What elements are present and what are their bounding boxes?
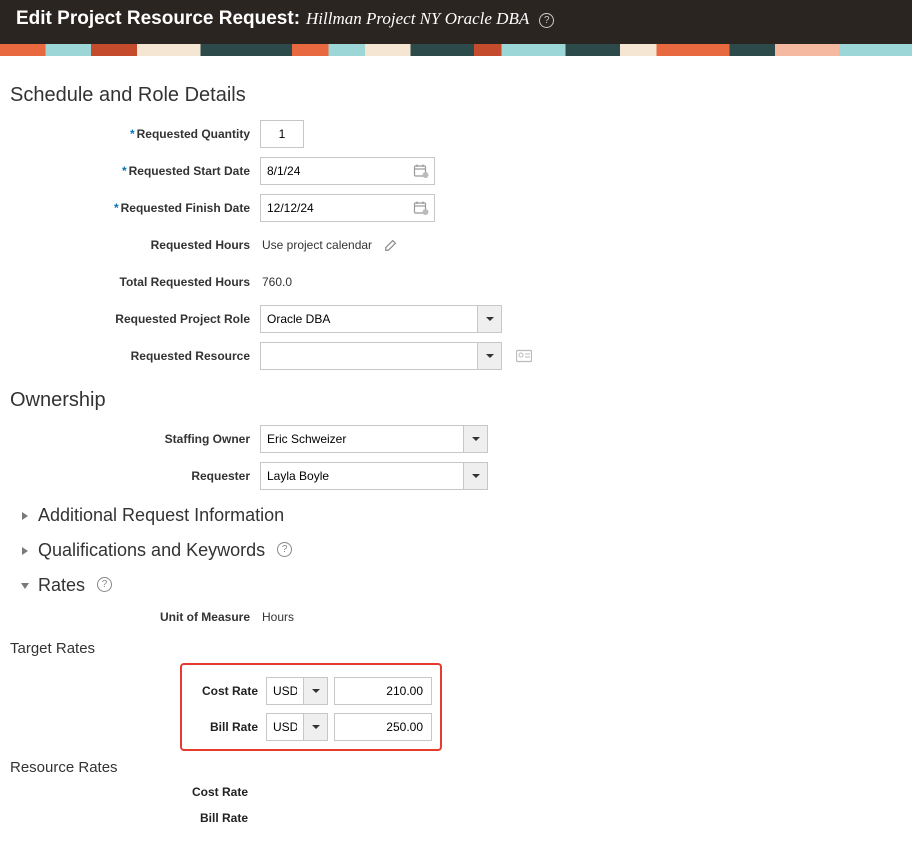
label-resource-cost-rate: Cost Rate	[10, 785, 258, 799]
staffing-owner-input[interactable]	[261, 426, 463, 452]
chevron-down-icon[interactable]	[477, 343, 501, 369]
calendar-icon[interactable]	[413, 163, 429, 179]
requested-resource-input[interactable]	[261, 343, 477, 369]
label-staffing-owner: Staffing Owner	[10, 432, 260, 446]
decorative-banner	[0, 44, 912, 56]
label-cost-rate: Cost Rate	[190, 684, 266, 698]
help-icon[interactable]: ?	[277, 542, 292, 557]
page-title-prefix: Edit Project Resource Request:	[16, 8, 300, 30]
calendar-icon[interactable]	[413, 200, 429, 216]
page-title-project: Hillman Project NY Oracle DBA	[306, 9, 529, 29]
chevron-down-icon[interactable]	[303, 714, 327, 740]
label-bill-rate: Bill Rate	[190, 720, 266, 734]
section-rates-toggle[interactable]: Rates ?	[20, 575, 902, 596]
requested-hours-value: Use project calendar	[260, 238, 372, 252]
edit-icon[interactable]	[384, 238, 398, 252]
resource-card-icon[interactable]	[516, 349, 532, 363]
bill-amount-input[interactable]	[334, 713, 432, 741]
label-requested-finish: Requested Finish Date	[121, 201, 250, 215]
target-rates-highlight: Cost Rate Bill Rate	[180, 663, 442, 751]
cost-currency-input[interactable]	[267, 678, 303, 704]
chevron-down-icon[interactable]	[463, 463, 487, 489]
caret-right-icon	[20, 546, 30, 556]
help-icon[interactable]: ?	[97, 577, 112, 592]
section-rates-title: Rates	[38, 575, 85, 596]
caret-down-icon	[20, 581, 30, 591]
bill-currency-input[interactable]	[267, 714, 303, 740]
section-ownership-title: Ownership	[10, 389, 902, 412]
label-requester: Requester	[10, 469, 260, 483]
requested-resource-combo[interactable]	[260, 342, 502, 370]
help-icon[interactable]: ?	[539, 13, 554, 28]
requested-role-input[interactable]	[261, 306, 477, 332]
caret-right-icon	[20, 511, 30, 521]
label-resource-bill-rate: Bill Rate	[10, 811, 258, 825]
section-schedule-title: Schedule and Role Details	[10, 84, 902, 107]
requested-finish-input[interactable]	[260, 194, 435, 222]
section-additional-toggle[interactable]: Additional Request Information	[20, 505, 902, 526]
subhead-resource-rates: Resource Rates	[10, 759, 902, 776]
requester-combo[interactable]	[260, 462, 488, 490]
subhead-target-rates: Target Rates	[10, 640, 902, 657]
bill-currency-combo[interactable]	[266, 713, 328, 741]
requester-input[interactable]	[261, 463, 463, 489]
chevron-down-icon[interactable]	[477, 306, 501, 332]
section-additional-title: Additional Request Information	[38, 505, 284, 526]
requested-quantity-input[interactable]	[260, 120, 304, 148]
label-requested-role: Requested Project Role	[10, 312, 260, 326]
total-requested-hours-value: 760.0	[260, 275, 292, 289]
section-qualifications-toggle[interactable]: Qualifications and Keywords ?	[20, 540, 902, 561]
label-requested-hours: Requested Hours	[10, 238, 260, 252]
staffing-owner-combo[interactable]	[260, 425, 488, 453]
cost-currency-combo[interactable]	[266, 677, 328, 705]
section-qualifications-title: Qualifications and Keywords	[38, 540, 265, 561]
requested-start-input[interactable]	[260, 157, 435, 185]
label-requested-resource: Requested Resource	[10, 349, 260, 363]
page-header: Edit Project Resource Request: Hillman P…	[0, 0, 912, 44]
chevron-down-icon[interactable]	[463, 426, 487, 452]
label-requested-quantity: Requested Quantity	[137, 127, 250, 141]
cost-amount-input[interactable]	[334, 677, 432, 705]
chevron-down-icon[interactable]	[303, 678, 327, 704]
label-total-requested-hours: Total Requested Hours	[10, 275, 260, 289]
uom-value: Hours	[260, 610, 294, 624]
label-uom: Unit of Measure	[10, 610, 260, 624]
label-requested-start: Requested Start Date	[129, 164, 250, 178]
requested-role-combo[interactable]	[260, 305, 502, 333]
